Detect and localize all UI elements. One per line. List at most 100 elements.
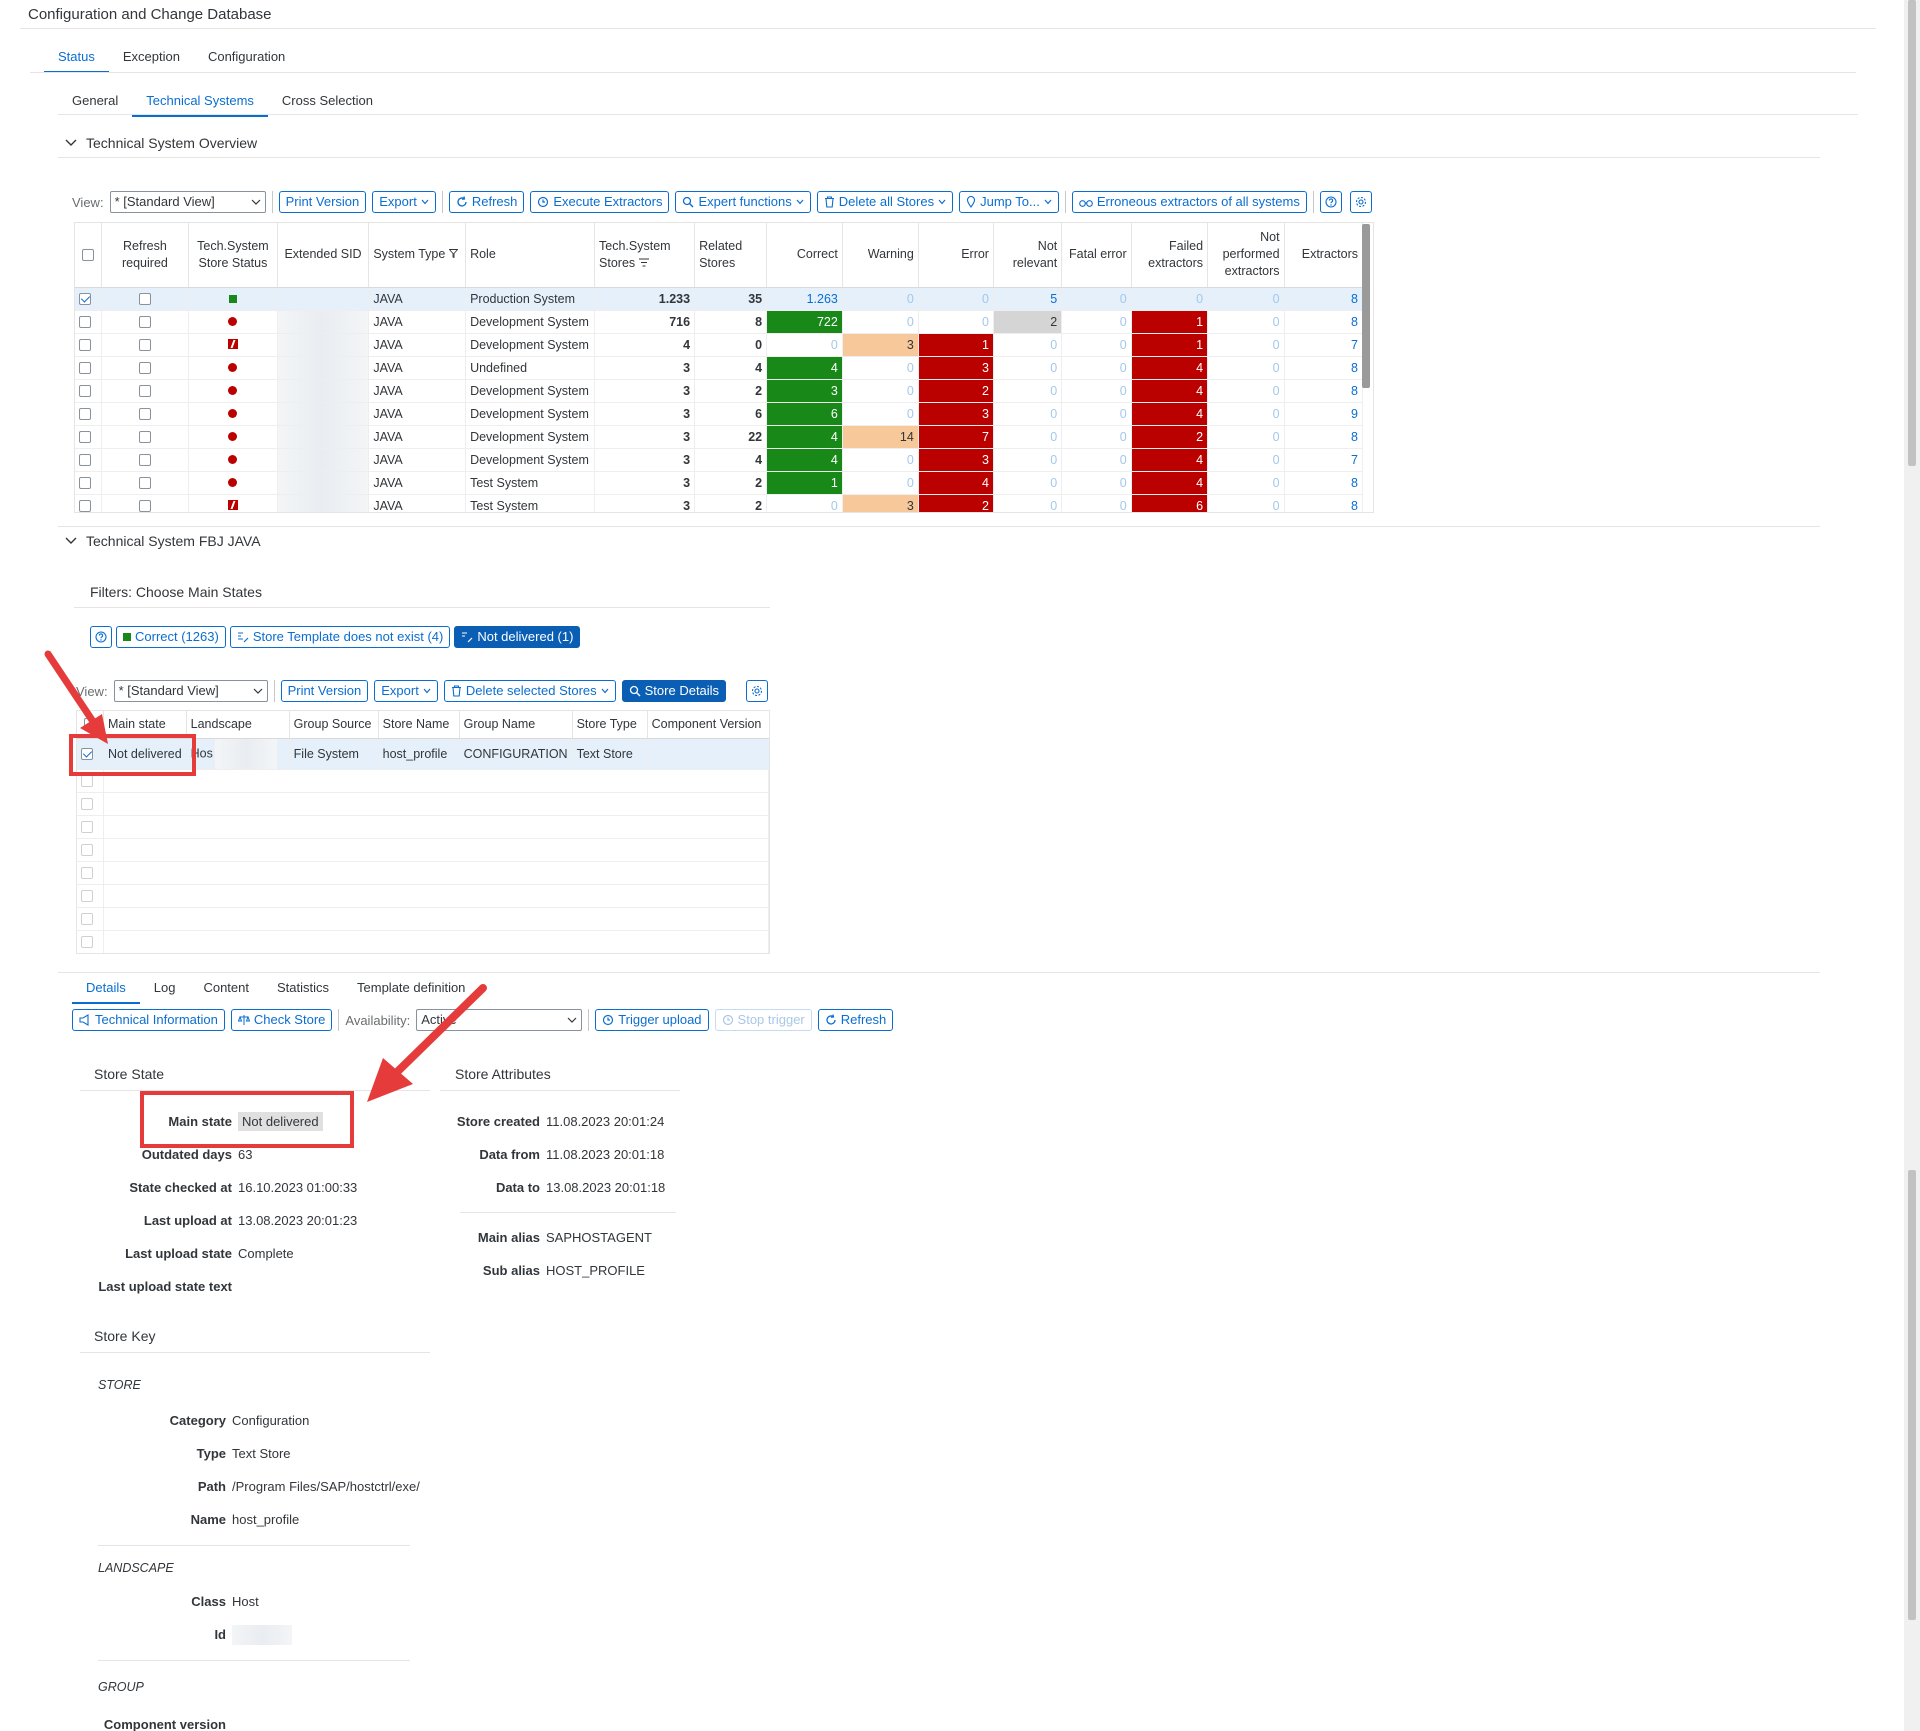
refresh-checkbox[interactable]: [138, 408, 151, 421]
row-checkbox[interactable]: [79, 293, 91, 306]
refresh-checkbox[interactable]: [138, 477, 151, 490]
row-checkbox[interactable]: [79, 316, 91, 329]
row-checkbox[interactable]: [81, 913, 93, 926]
export-button[interactable]: Export: [372, 191, 436, 213]
col-group-name[interactable]: Group Name: [459, 711, 573, 739]
col-store-status[interactable]: Tech.System Store Status: [188, 223, 278, 288]
refresh-checkbox[interactable]: [138, 362, 151, 375]
tab-statistics[interactable]: Statistics: [263, 974, 343, 1002]
col-not-performed[interactable]: Not performed extractors: [1207, 223, 1285, 288]
row-checkbox[interactable]: [79, 431, 91, 444]
fbj-export-button[interactable]: Export: [374, 680, 438, 702]
execute-extractors-button[interactable]: Execute Extractors: [530, 191, 670, 213]
col-not-relevant[interactable]: Not relevant: [993, 223, 1063, 288]
row-checkbox[interactable]: [81, 821, 93, 834]
jump-to-button[interactable]: Jump To...: [959, 191, 1059, 213]
print-version-button[interactable]: Print Version: [278, 191, 367, 213]
row-checkbox[interactable]: [81, 890, 93, 903]
refresh-checkbox[interactable]: [138, 293, 151, 306]
tab-exception[interactable]: Exception: [109, 43, 194, 71]
table-row[interactable]: JAVA Development System 3 4 4 0 3 0 0 4 0 7: [75, 448, 1364, 472]
tab-status[interactable]: Status: [44, 43, 109, 73]
col-extended-sid[interactable]: Extended SID: [277, 223, 370, 288]
help-button[interactable]: [1319, 191, 1342, 213]
refresh-checkbox[interactable]: [138, 454, 151, 467]
col-store-name[interactable]: Store Name: [378, 711, 460, 739]
page-scrollbar-thumb[interactable]: [1908, 1170, 1916, 1620]
settings-button[interactable]: [1350, 191, 1372, 213]
store-details-button[interactable]: Store Details: [621, 680, 727, 702]
table-row[interactable]: JAVA Development System 3 2 3 0 2 0 0 4 0 8: [75, 379, 1364, 403]
table-row[interactable]: JAVA Production System 1.233 35 1.263 0 0 5 0 0 0 8: [75, 287, 1364, 311]
col-refresh-required[interactable]: Refresh required: [101, 223, 190, 288]
technical-information-button[interactable]: Technical Information: [72, 1009, 225, 1031]
filter-template-button[interactable]: Store Template does not exist (4): [229, 626, 451, 648]
tab-cross-selection[interactable]: Cross Selection: [268, 87, 387, 115]
fbj-settings-button[interactable]: [746, 680, 768, 702]
table-row[interactable]: JAVA Undefined 3 4 4 0 3 0 0 4 0 8: [75, 356, 1364, 380]
table-row[interactable]: JAVA Test System 3 2 0 3 2 0 0 6 0 8: [75, 494, 1364, 512]
refresh-checkbox[interactable]: [138, 316, 151, 329]
col-failed-extractors[interactable]: Failed extractors: [1131, 223, 1209, 288]
col-extractors[interactable]: Extractors: [1284, 223, 1364, 288]
col-error[interactable]: Error: [918, 223, 994, 288]
tab-configuration[interactable]: Configuration: [194, 43, 299, 71]
tab-general[interactable]: General: [58, 87, 132, 115]
row-checkbox[interactable]: [79, 500, 91, 512]
detail-refresh-button[interactable]: Refresh: [817, 1009, 894, 1031]
col-store-type[interactable]: Store Type: [572, 711, 648, 739]
row-checkbox[interactable]: [79, 477, 91, 490]
row-checkbox[interactable]: [79, 454, 91, 467]
expert-functions-button[interactable]: Expert functions: [675, 191, 811, 213]
trigger-upload-button[interactable]: Trigger upload: [595, 1009, 709, 1031]
row-checkbox[interactable]: [81, 798, 93, 811]
view-select[interactable]: * [Standard View]: [109, 191, 266, 213]
check-store-button[interactable]: Check Store: [230, 1009, 333, 1031]
row-checkbox[interactable]: [79, 408, 91, 421]
col-correct[interactable]: Correct: [766, 223, 843, 288]
refresh-checkbox[interactable]: [138, 500, 151, 512]
col-component-version[interactable]: Component Version: [647, 711, 769, 739]
table-row[interactable]: JAVA Development System 716 8 722 0 0 2 0 1 0 8: [75, 310, 1364, 334]
refresh-checkbox[interactable]: [138, 385, 151, 398]
refresh-button[interactable]: Refresh: [448, 191, 525, 213]
row-checkbox[interactable]: [81, 844, 93, 857]
refresh-checkbox[interactable]: [138, 339, 151, 352]
tab-content[interactable]: Content: [189, 974, 263, 1002]
table-row[interactable]: JAVA Development System 3 6 6 0 3 0 0 4 0 9: [75, 402, 1364, 426]
filter-correct-button[interactable]: Correct (1263): [116, 626, 226, 648]
tab-log[interactable]: Log: [140, 974, 190, 1002]
table-row[interactable]: JAVA Development System 4 0 0 3 1 0 0 1 0 7: [75, 333, 1364, 357]
fbj-panel-header[interactable]: Technical System FBJ JAVA: [64, 533, 261, 549]
col-role[interactable]: Role: [465, 223, 596, 288]
page-scrollbar-thumb-upper[interactable]: [1908, 0, 1916, 466]
row-checkbox[interactable]: [79, 385, 91, 398]
delete-all-stores-button[interactable]: Delete all Stores: [816, 191, 954, 213]
col-tech-system-stores[interactable]: Tech.System Stores: [594, 223, 696, 288]
row-checkbox[interactable]: [81, 775, 93, 788]
col-landscape[interactable]: Landscape: [186, 711, 290, 739]
fbj-view-select[interactable]: * [Standard View]: [113, 680, 268, 702]
fbj-print-version-button[interactable]: Print Version: [280, 680, 369, 702]
table-row[interactable]: JAVA Test System 3 2 1 0 4 0 0 4 0 8: [75, 471, 1364, 495]
row-checkbox[interactable]: [81, 867, 93, 880]
refresh-checkbox[interactable]: [138, 431, 151, 444]
erroneous-extractors-button[interactable]: Erroneous extractors of all systems: [1071, 191, 1307, 213]
row-checkbox[interactable]: [79, 339, 91, 352]
row-checkbox[interactable]: [79, 362, 91, 375]
delete-selected-stores-button[interactable]: Delete selected Stores: [443, 680, 616, 702]
tab-technical-systems[interactable]: Technical Systems: [132, 87, 268, 117]
table-row[interactable]: JAVA Development System 3 22 4 14 7 0 0 2 0 8: [75, 425, 1364, 449]
col-warning[interactable]: Warning: [842, 223, 919, 288]
select-all-checkbox[interactable]: [81, 248, 94, 261]
col-system-type[interactable]: System Type: [368, 223, 467, 288]
filter-not-delivered-button[interactable]: Not delivered (1): [454, 626, 581, 648]
row-checkbox[interactable]: [81, 936, 93, 949]
filter-help-button[interactable]: [90, 626, 112, 648]
col-group-source[interactable]: Group Source: [289, 711, 379, 739]
overview-scrollbar[interactable]: [1362, 224, 1370, 388]
col-related-stores[interactable]: Related Stores: [694, 223, 768, 288]
tab-details[interactable]: Details: [72, 974, 140, 1004]
col-fatal-error[interactable]: Fatal error: [1061, 223, 1132, 288]
stop-trigger-button[interactable]: Stop trigger: [714, 1009, 812, 1031]
